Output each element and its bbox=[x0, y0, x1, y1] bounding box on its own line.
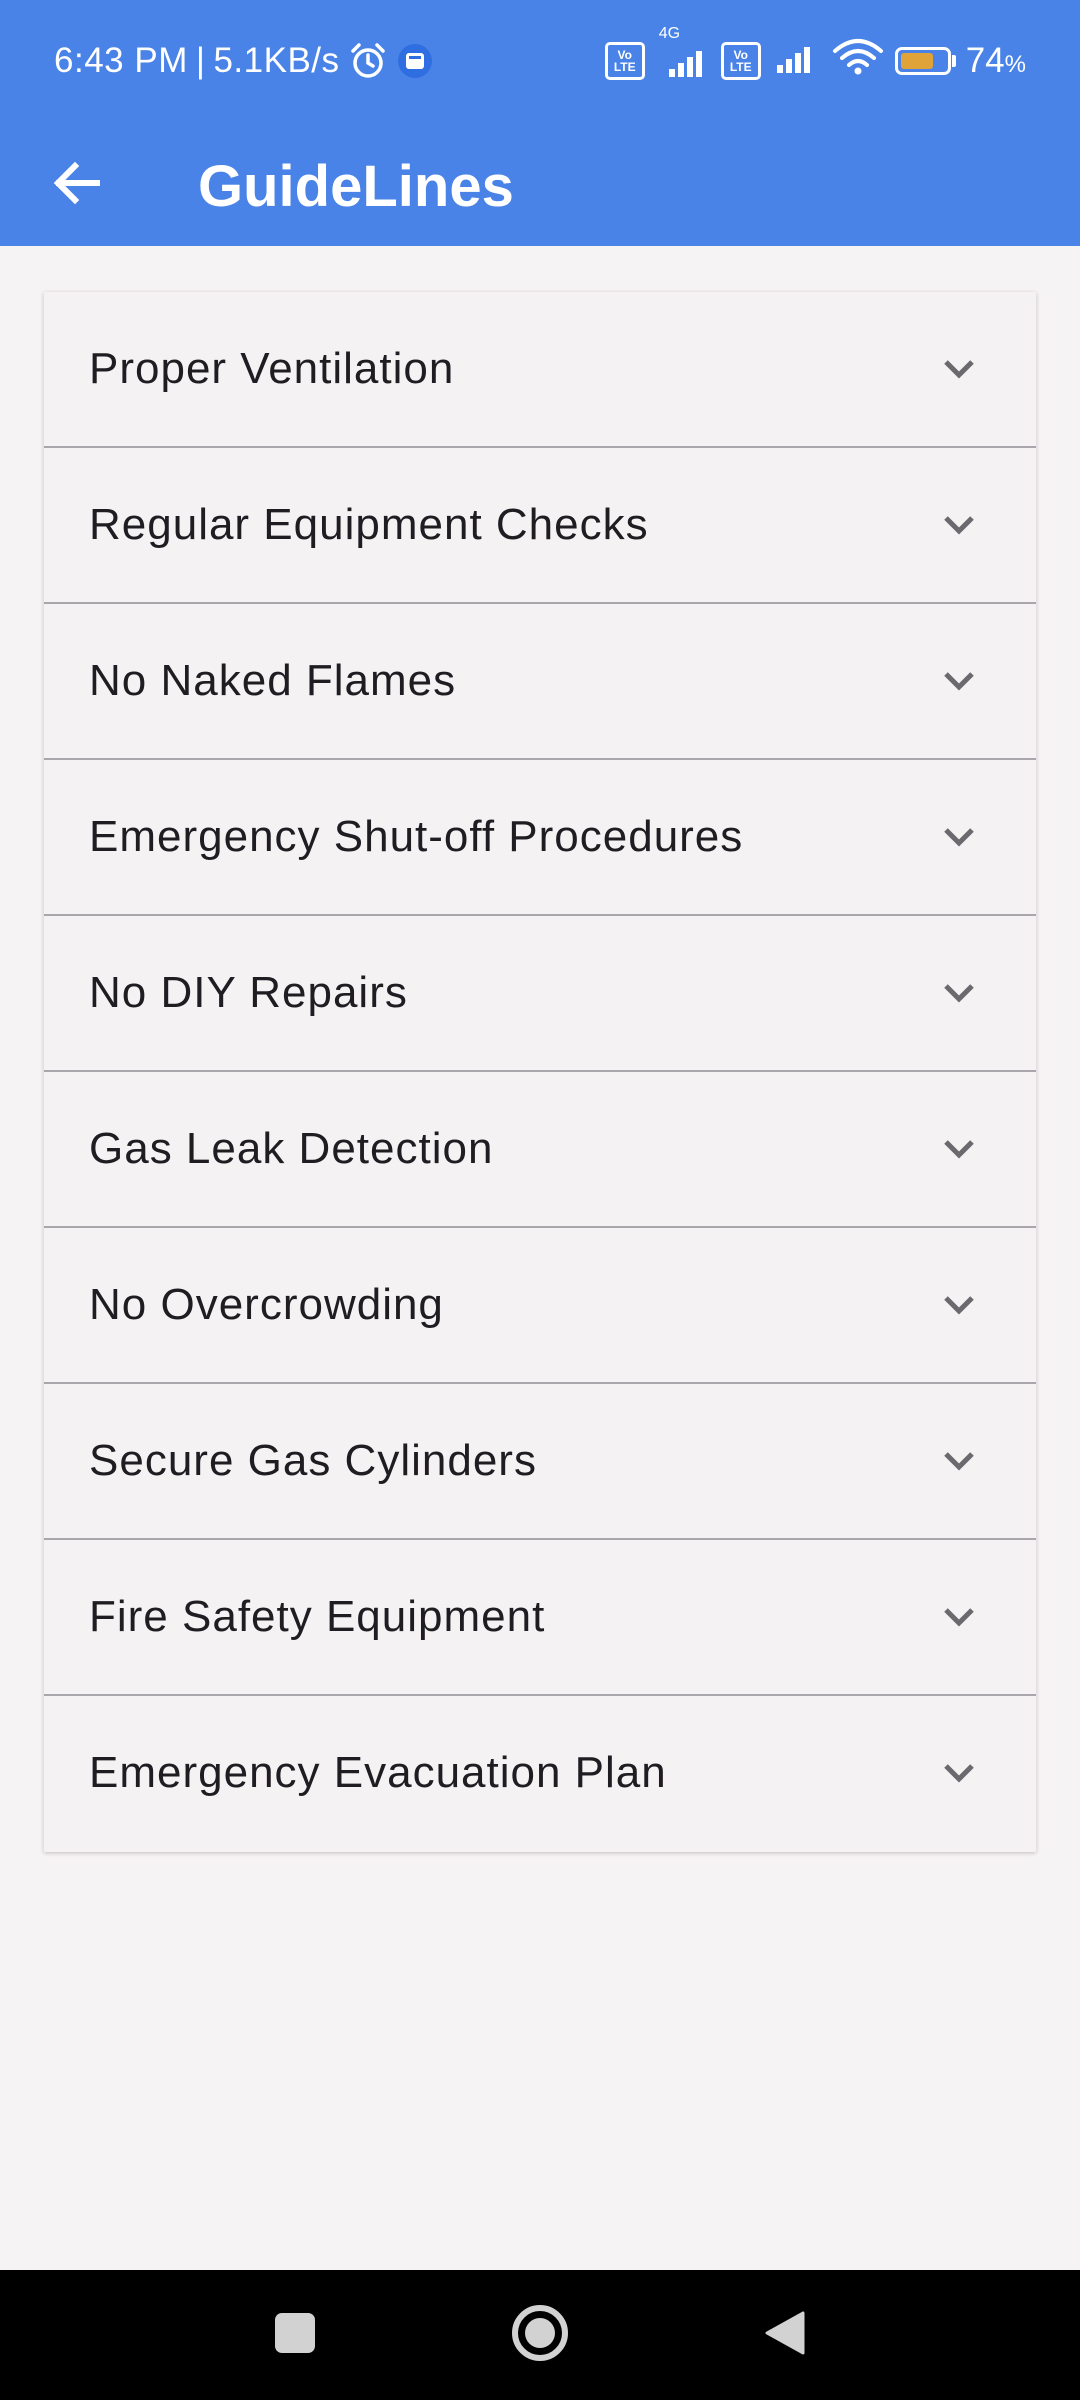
app-bar: 6:43 PM | 5.1KB/s Vo LTE 4G Vo LTE 74% G… bbox=[0, 0, 1080, 246]
alarm-icon bbox=[348, 41, 388, 81]
recents-square-icon bbox=[273, 2311, 317, 2360]
battery-fill bbox=[900, 53, 934, 69]
guideline-label: No Naked Flames bbox=[89, 656, 457, 705]
battery-percent-value: 74 bbox=[965, 41, 1005, 80]
guideline-label: No Overcrowding bbox=[89, 1280, 444, 1329]
system-nav-bar bbox=[0, 2270, 1080, 2400]
signal-icon bbox=[771, 37, 821, 86]
battery-icon bbox=[894, 47, 956, 75]
home-button[interactable] bbox=[485, 2270, 595, 2400]
network-speed: 5.1KB/s bbox=[213, 41, 340, 80]
battery-percent: 74% bbox=[966, 41, 1026, 81]
home-circle-icon bbox=[510, 2303, 570, 2368]
guideline-item[interactable]: Proper Ventilation bbox=[44, 292, 1036, 448]
status-bar: 6:43 PM | 5.1KB/s Vo LTE 4G Vo LTE 74% bbox=[0, 0, 1080, 120]
guideline-label: Secure Gas Cylinders bbox=[89, 1436, 537, 1485]
nav-back-button[interactable] bbox=[730, 2270, 840, 2400]
guideline-label: Proper Ventilation bbox=[89, 344, 455, 393]
chevron-down-icon[interactable] bbox=[942, 1758, 976, 1788]
guideline-item[interactable]: Emergency Evacuation Plan bbox=[44, 1696, 1036, 1852]
guidelines-list: Proper Ventilation Regular Equipment Che… bbox=[44, 292, 1036, 1852]
status-right: Vo LTE 4G Vo LTE 74% bbox=[604, 25, 1026, 86]
guideline-item[interactable]: No Overcrowding bbox=[44, 1228, 1036, 1384]
chevron-down-icon[interactable] bbox=[942, 1134, 976, 1164]
guideline-item[interactable]: Emergency Shut-off Procedures bbox=[44, 760, 1036, 916]
chevron-down-icon[interactable] bbox=[942, 1290, 976, 1320]
back-arrow-icon bbox=[53, 161, 101, 210]
app-notification-icon bbox=[396, 42, 434, 80]
volte-label-bottom: LTE bbox=[729, 60, 752, 74]
guideline-label: No DIY Repairs bbox=[89, 968, 408, 1017]
guideline-item[interactable]: Regular Equipment Checks bbox=[44, 448, 1036, 604]
signal-icon: 4G bbox=[655, 25, 711, 81]
guideline-label: Regular Equipment Checks bbox=[89, 500, 649, 549]
chevron-down-icon[interactable] bbox=[942, 510, 976, 540]
guideline-item[interactable]: Secure Gas Cylinders bbox=[44, 1384, 1036, 1540]
volte-icon: Vo LTE bbox=[720, 42, 761, 80]
wifi-icon bbox=[831, 37, 885, 86]
volte-label-bottom: LTE bbox=[613, 60, 636, 74]
battery-body bbox=[894, 47, 951, 75]
guideline-label: Emergency Shut-off Procedures bbox=[89, 812, 744, 861]
toolbar: GuideLines bbox=[0, 120, 1080, 246]
status-separator: | bbox=[195, 41, 206, 80]
network-type-label: 4G bbox=[658, 25, 681, 42]
guideline-item[interactable]: No DIY Repairs bbox=[44, 916, 1036, 1072]
chevron-down-icon[interactable] bbox=[942, 1446, 976, 1476]
status-left: 6:43 PM | 5.1KB/s bbox=[54, 36, 434, 86]
battery-tip bbox=[951, 55, 956, 67]
guideline-label: Fire Safety Equipment bbox=[89, 1592, 546, 1641]
page-title: GuideLines bbox=[198, 154, 514, 219]
guideline-item[interactable]: No Naked Flames bbox=[44, 604, 1036, 760]
guideline-label: Emergency Evacuation Plan bbox=[89, 1748, 667, 1797]
guideline-item[interactable]: Gas Leak Detection bbox=[44, 1072, 1036, 1228]
chevron-down-icon[interactable] bbox=[942, 1602, 976, 1632]
guideline-item[interactable]: Fire Safety Equipment bbox=[44, 1540, 1036, 1696]
recents-button[interactable] bbox=[240, 2270, 350, 2400]
back-triangle-icon bbox=[763, 2309, 807, 2362]
chevron-down-icon[interactable] bbox=[942, 354, 976, 384]
volte-icon: Vo LTE bbox=[604, 42, 645, 80]
battery-percent-unit: % bbox=[1004, 51, 1026, 78]
guideline-label: Gas Leak Detection bbox=[89, 1124, 494, 1173]
back-button[interactable] bbox=[34, 142, 120, 228]
chevron-down-icon[interactable] bbox=[942, 666, 976, 696]
chevron-down-icon[interactable] bbox=[942, 822, 976, 852]
status-time: 6:43 PM bbox=[54, 41, 188, 80]
chevron-down-icon[interactable] bbox=[942, 978, 976, 1008]
